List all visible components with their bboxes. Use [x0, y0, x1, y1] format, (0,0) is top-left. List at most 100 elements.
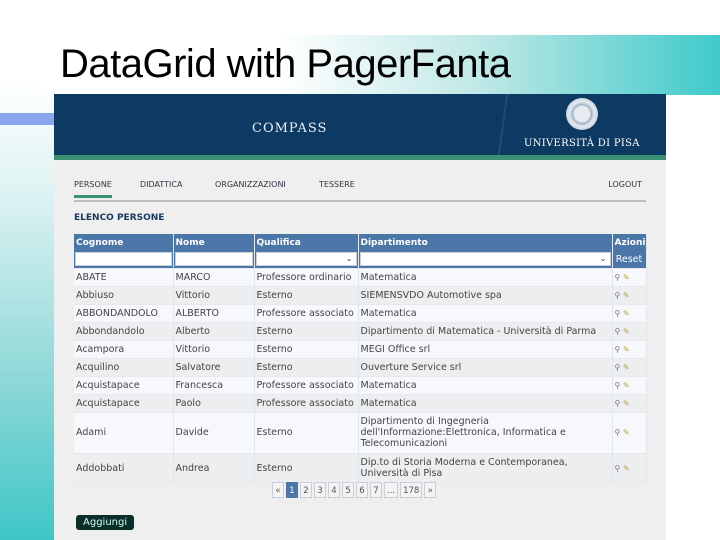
cell-cognome: Acquistapace — [74, 394, 174, 413]
pager: « 1 2 3 4 5 6 7... 178 » — [272, 482, 437, 498]
pencil-icon[interactable]: ✎ — [623, 327, 630, 336]
pager-page[interactable]: 1 — [286, 482, 298, 498]
column-header-qualifica[interactable]: Qualifica — [254, 234, 359, 251]
filter-qualifica-select[interactable]: ⌄ — [255, 252, 357, 267]
cell-nome: Salvatore — [173, 358, 255, 377]
row-actions: ⚲ ✎ — [612, 453, 647, 484]
cell-nome: Alberto — [173, 322, 255, 341]
app-brand[interactable]: COMPASS — [252, 121, 327, 136]
chevron-down-icon: ⌄ — [345, 254, 353, 264]
cell-dipartimento: SIEMENSVDO Automotive spa — [358, 286, 613, 305]
pager-page[interactable]: ... — [384, 482, 399, 498]
row-actions: ⚲ ✎ — [612, 304, 647, 323]
table-row: Acquilino Salvatore Esterno Ouverture Servi… — [74, 358, 647, 377]
pager-next[interactable]: » — [424, 482, 437, 498]
magnifier-icon[interactable]: ⚲ — [615, 291, 621, 300]
app-header: COMPASS UNIVERSITÀ DI PISA — [54, 94, 666, 155]
pager-page[interactable]: 178 — [400, 482, 423, 498]
cell-dipartimento: Dipartimento di Ingegneria dell'Informaz… — [358, 412, 613, 454]
pager-prev[interactable]: « — [272, 482, 284, 498]
cell-dipartimento: Ouverture Service srl — [358, 358, 613, 377]
cell-nome: Davide — [173, 412, 255, 454]
magnifier-icon[interactable]: ⚲ — [615, 399, 621, 408]
cell-cognome: Acquistapace — [74, 376, 174, 395]
cell-cognome: Addobbati — [74, 453, 174, 484]
header-divider — [497, 94, 509, 155]
filter-dipartimento-select[interactable]: ⌄ — [359, 252, 611, 267]
pager-page[interactable]: 6 — [356, 482, 368, 498]
cell-nome: Vittorio — [173, 340, 255, 359]
column-header-azioni: Azioni — [612, 234, 647, 251]
pager-page[interactable]: 2 — [300, 482, 312, 498]
magnifier-icon[interactable]: ⚲ — [615, 363, 621, 372]
cell-dipartimento: Matematica — [358, 394, 613, 413]
nav-logout[interactable]: LOGOUT — [608, 180, 642, 189]
cell-qualifica: Esterno — [254, 340, 359, 359]
cell-dipartimento: Matematica — [358, 304, 613, 323]
cell-nome: ALBERTO — [173, 304, 255, 323]
cell-qualifica: Professore associato — [254, 394, 359, 413]
magnifier-icon[interactable]: ⚲ — [615, 327, 621, 336]
nav-didattica[interactable]: DIDATTICA — [140, 180, 182, 189]
cell-nome: Vittorio — [173, 286, 255, 305]
nav-tessere[interactable]: TESSERE — [319, 180, 355, 189]
cell-qualifica: Esterno — [254, 322, 359, 341]
pencil-icon[interactable]: ✎ — [623, 291, 630, 300]
table-row: ABBONDANDOLO ALBERTO Professore associato M… — [74, 304, 647, 323]
cell-cognome: ABATE — [74, 268, 174, 287]
magnifier-icon[interactable]: ⚲ — [615, 428, 621, 437]
cell-nome: Andrea — [173, 453, 255, 484]
row-actions: ⚲ ✎ — [612, 322, 647, 341]
magnifier-icon[interactable]: ⚲ — [615, 273, 621, 282]
table-row: Addobbati Andrea Esterno Dip.to di Storia M… — [74, 453, 647, 484]
pencil-icon[interactable]: ✎ — [623, 464, 630, 473]
cell-cognome: Adami — [74, 412, 174, 454]
cell-cognome: Acampora — [74, 340, 174, 359]
pencil-icon[interactable]: ✎ — [623, 273, 630, 282]
magnifier-icon[interactable]: ⚲ — [615, 381, 621, 390]
cell-nome: Francesca — [173, 376, 255, 395]
university-logo-text: UNIVERSITÀ DI PISA — [524, 138, 640, 149]
pager-page[interactable]: 4 — [328, 482, 340, 498]
pencil-icon[interactable]: ✎ — [623, 399, 630, 408]
pencil-icon[interactable]: ✎ — [623, 363, 630, 372]
row-actions: ⚲ ✎ — [612, 358, 647, 377]
magnifier-icon[interactable]: ⚲ — [615, 464, 621, 473]
table-row: Acquistapace Francesca Professore associat… — [74, 376, 647, 395]
cell-qualifica: Esterno — [254, 358, 359, 377]
cell-qualifica: Esterno — [254, 453, 359, 484]
cell-dipartimento: Dip.to di Storia Moderna e Contemporanea… — [358, 453, 613, 484]
cell-qualifica: Esterno — [254, 286, 359, 305]
cell-nome: MARCO — [173, 268, 255, 287]
filter-cognome-input[interactable] — [75, 252, 172, 267]
row-actions: ⚲ ✎ — [612, 394, 647, 413]
slide-title: DataGrid with PagerFanta — [60, 42, 511, 86]
table-row: ABATE MARCO Professore ordinario Matematica… — [74, 268, 647, 287]
reset-filters-button[interactable]: Reset — [612, 251, 647, 269]
cell-qualifica: Professore associato — [254, 304, 359, 323]
magnifier-icon[interactable]: ⚲ — [615, 309, 621, 318]
cell-qualifica: Esterno — [254, 412, 359, 454]
pager-page[interactable]: 5 — [342, 482, 354, 498]
add-button[interactable]: Aggiungi — [76, 515, 135, 530]
persons-grid: Cognome Nome Qualifica Dipartimento Azio… — [74, 234, 647, 484]
pencil-icon[interactable]: ✎ — [623, 381, 630, 390]
cell-cognome: Acquilino — [74, 358, 174, 377]
column-header-dipartimento[interactable]: Dipartimento — [358, 234, 613, 251]
pager-page[interactable]: 7 — [370, 482, 382, 498]
pencil-icon[interactable]: ✎ — [623, 345, 630, 354]
pencil-icon[interactable]: ✎ — [623, 309, 630, 318]
filter-nome-input[interactable] — [174, 252, 253, 267]
nav-persone[interactable]: PERSONE — [74, 180, 112, 198]
cell-dipartimento: MEGI Office srl — [358, 340, 613, 359]
column-header-cognome[interactable]: Cognome — [74, 234, 174, 251]
table-row: Acquistapace Paolo Professore associato Mat… — [74, 394, 647, 413]
magnifier-icon[interactable]: ⚲ — [615, 345, 621, 354]
nav-organizzazioni[interactable]: ORGANIZZAZIONI — [215, 180, 286, 189]
row-actions: ⚲ ✎ — [612, 286, 647, 305]
column-header-nome[interactable]: Nome — [173, 234, 255, 251]
pencil-icon[interactable]: ✎ — [623, 428, 630, 437]
table-row: Acampora Vittorio Esterno MEGI Office srl ⚲ … — [74, 340, 647, 359]
cell-dipartimento: Matematica — [358, 268, 613, 287]
pager-page[interactable]: 3 — [314, 482, 326, 498]
